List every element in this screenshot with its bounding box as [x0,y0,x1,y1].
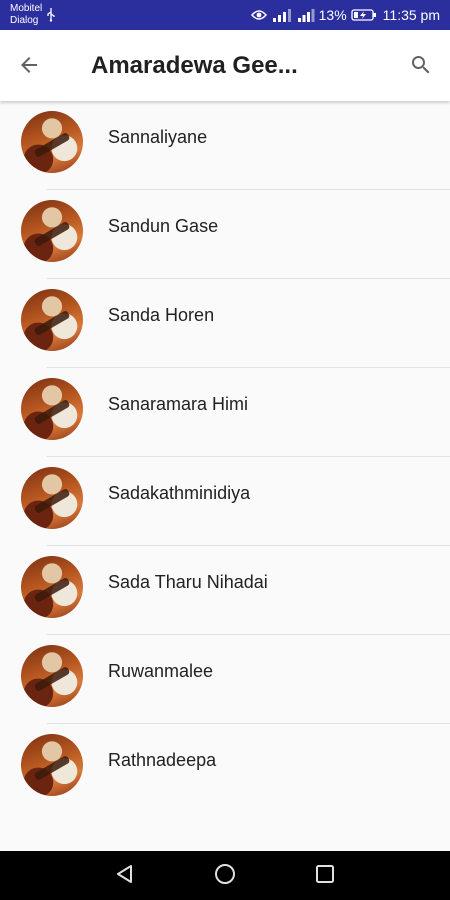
search-button[interactable] [406,52,436,82]
song-title: Rathnadeepa [108,750,217,770]
list-item[interactable]: Sada Tharu Nihadai [0,546,450,635]
list-item[interactable]: Sandun Gase [0,190,450,279]
list-item[interactable]: Sanaramara Himi [0,368,450,457]
avatar [21,556,83,618]
song-title: Sada Tharu Nihadai [108,572,268,592]
back-button[interactable] [14,52,44,82]
clock: 11:35 pm [382,7,440,23]
nav-back-button[interactable] [113,864,137,888]
avatar [21,734,83,796]
nav-recents-icon [314,863,336,890]
battery-charging-icon [351,8,377,22]
search-icon [409,53,433,82]
list-item[interactable]: Sanda Horen [0,279,450,368]
app-bar: Amaradewa Gee... [0,30,450,101]
list-item[interactable]: Sadakathminidiya [0,457,450,546]
page-title: Amaradewa Gee... [91,52,298,79]
avatar [21,111,83,173]
carrier-1: Mobitel [10,3,43,14]
status-bar: Mobitel Dialog 13% 11:35 pm [0,0,450,30]
song-title: Sanaramara Himi [108,394,249,414]
list-item[interactable]: Ruwanmalee [0,635,450,724]
status-icons: 13% 11:35 pm [250,0,440,30]
nav-home-icon [213,862,237,891]
song-list: Sannaliyane Sandun Gase Sanda Horen Sana… [0,101,450,851]
nav-home-button[interactable] [213,862,237,891]
song-title: Sadakathminidiya [108,483,251,503]
carrier-names: Mobitel Dialog [10,3,42,27]
avatar [21,467,83,529]
usb-icon [46,8,56,27]
song-title: Sannaliyane [108,127,208,147]
avatar [21,200,83,262]
signal-icon [297,8,315,22]
nav-back-icon [114,863,136,890]
eye-icon [250,9,267,21]
avatar [21,378,83,440]
list-item[interactable]: Rathnadeepa [0,724,450,813]
carrier-2: Dialog [10,15,39,26]
song-title: Sandun Gase [108,216,219,236]
avatar [21,645,83,707]
screen: Mobitel Dialog 13% 11:35 pm Amaradewa Ge… [0,0,450,900]
song-title: Sanda Horen [108,305,215,325]
nav-bar [0,851,450,900]
nav-recents-button[interactable] [313,864,337,888]
signal-icon [271,8,293,22]
avatar [21,289,83,351]
arrow-back-icon [17,53,41,82]
battery-percent: 13% [318,7,347,23]
list-item[interactable]: Sannaliyane [0,101,450,190]
song-title: Ruwanmalee [108,661,214,681]
